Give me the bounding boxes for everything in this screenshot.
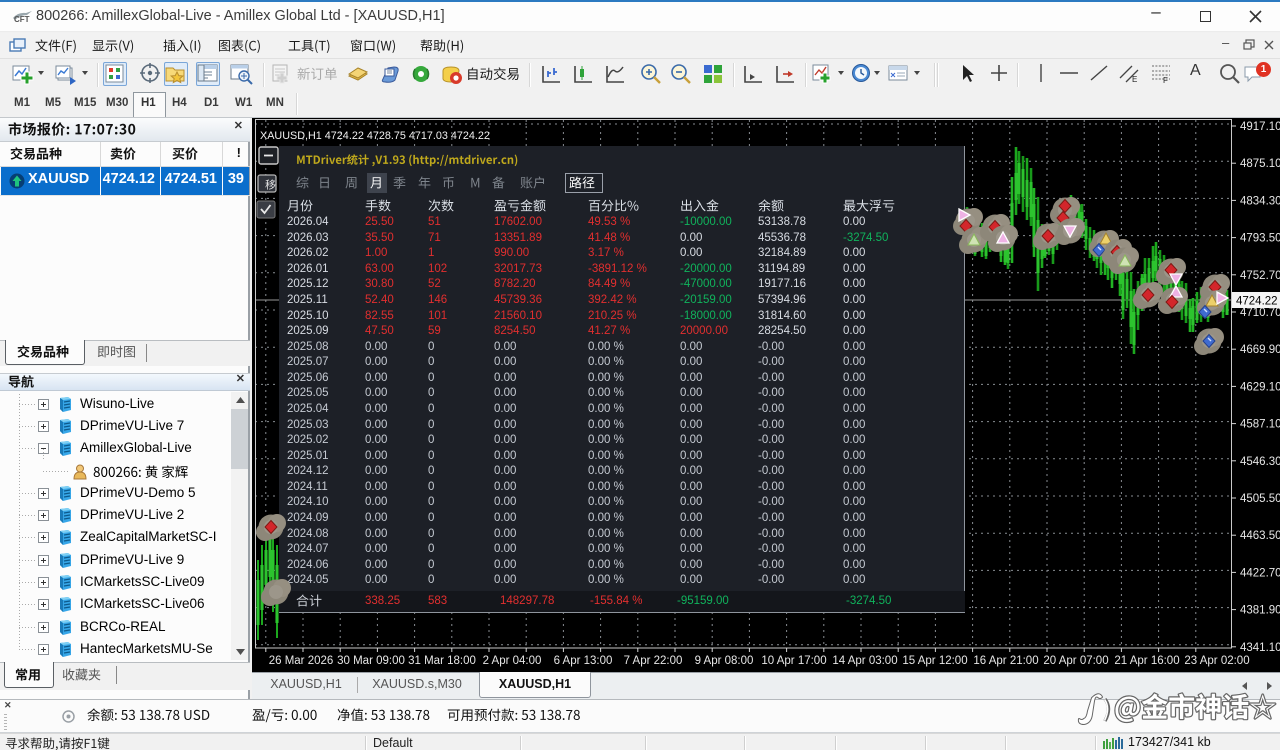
svg-text:4752.70: 4752.70 xyxy=(1240,270,1280,282)
svg-text:30 Mar 09:00: 30 Mar 09:00 xyxy=(337,655,405,667)
svg-text:4724.22: 4724.22 xyxy=(1236,296,1278,308)
svg-text:4463.50: 4463.50 xyxy=(1240,530,1280,542)
svg-text:4587.10: 4587.10 xyxy=(1240,419,1280,431)
svg-text:31 Mar 18:00: 31 Mar 18:00 xyxy=(408,655,476,667)
svg-text:F: F xyxy=(1163,76,1168,85)
svg-text:E: E xyxy=(1132,75,1137,84)
svg-text:21 Apr 16:00: 21 Apr 16:00 xyxy=(1114,655,1179,667)
svg-text:15 Apr 12:00: 15 Apr 12:00 xyxy=(902,655,967,667)
svg-text:10 Apr 17:00: 10 Apr 17:00 xyxy=(761,655,826,667)
svg-text:4793.50: 4793.50 xyxy=(1240,233,1280,245)
svg-text:4875.10: 4875.10 xyxy=(1240,158,1280,170)
svg-text:6 Apr 13:00: 6 Apr 13:00 xyxy=(554,655,613,667)
svg-text:4341.10: 4341.10 xyxy=(1240,642,1280,654)
svg-text:4546.30: 4546.30 xyxy=(1240,456,1280,468)
svg-text:4669.90: 4669.90 xyxy=(1240,344,1280,356)
svg-text:XAUUSD,H1 4724.22 4728.75 471: XAUUSD,H1 4724.22 4728.75 4717.03 4724.2… xyxy=(260,130,490,142)
svg-text:20 Apr 07:00: 20 Apr 07:00 xyxy=(1043,655,1108,667)
svg-text:4422.70: 4422.70 xyxy=(1240,567,1280,579)
svg-text:2 Apr 04:00: 2 Apr 04:00 xyxy=(483,655,542,667)
svg-text:16 Apr 21:00: 16 Apr 21:00 xyxy=(973,655,1038,667)
svg-text:4505.50: 4505.50 xyxy=(1240,493,1280,505)
svg-text:4834.30: 4834.30 xyxy=(1240,195,1280,207)
svg-text:4710.70: 4710.70 xyxy=(1240,307,1280,319)
svg-text:CFT: CFT xyxy=(14,15,30,24)
svg-text:9 Apr 08:00: 9 Apr 08:00 xyxy=(695,655,754,667)
svg-text:7 Apr 22:00: 7 Apr 22:00 xyxy=(624,655,683,667)
svg-text:4917.10: 4917.10 xyxy=(1240,121,1280,133)
svg-text:14 Apr 03:00: 14 Apr 03:00 xyxy=(832,655,897,667)
svg-text:4629.10: 4629.10 xyxy=(1240,381,1280,393)
svg-text:4381.90: 4381.90 xyxy=(1240,605,1280,617)
svg-text:23 Apr 02:00: 23 Apr 02:00 xyxy=(1184,655,1249,667)
svg-text:26 Mar 2026: 26 Mar 2026 xyxy=(269,655,334,667)
